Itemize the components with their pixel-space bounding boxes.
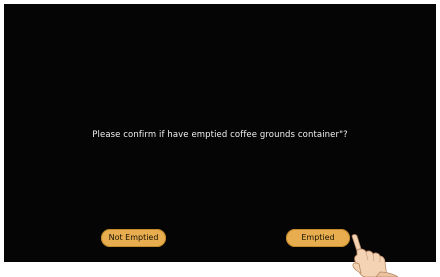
touch-screen: Please confirm if have emptied coffee gr… xyxy=(4,4,436,262)
not-emptied-button[interactable]: Not Emptied xyxy=(101,229,166,247)
confirmation-message: Please confirm if have emptied coffee gr… xyxy=(92,130,348,140)
emptied-button[interactable]: Emptied xyxy=(286,229,350,247)
